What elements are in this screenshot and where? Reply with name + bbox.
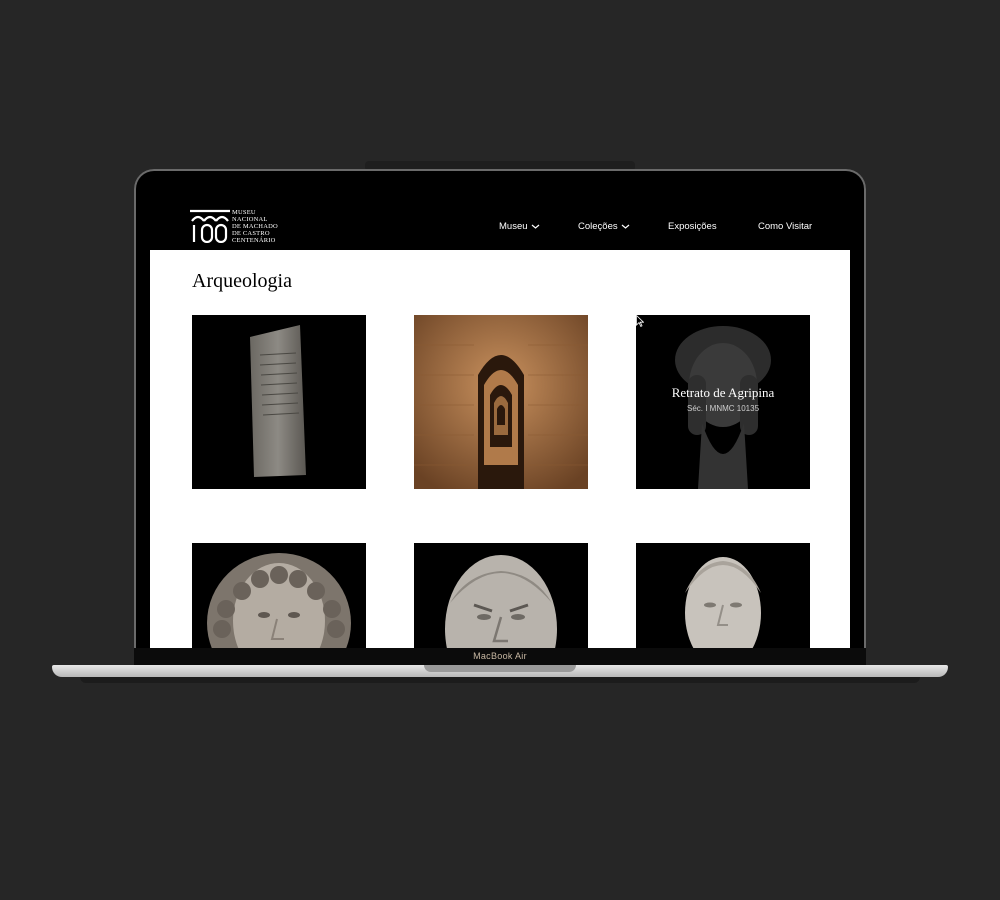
gallery-item-male-bust[interactable] — [414, 543, 588, 648]
gallery-item-female-bust[interactable] — [192, 543, 366, 648]
male-bust-image — [445, 555, 557, 648]
nav-exposicoes-label: Exposições — [668, 221, 717, 232]
cryptoporticus-image — [414, 315, 588, 489]
gallery-item-young-male-bust[interactable] — [636, 543, 810, 648]
agripina-image — [675, 326, 771, 489]
nav-museu-label: Museu — [499, 221, 528, 232]
young-male-bust-image — [685, 557, 761, 648]
logo-line: NACIONAL — [232, 216, 268, 223]
gallery-item-cryptoporticus[interactable] — [414, 315, 588, 489]
stele-image — [250, 325, 306, 477]
page-title: Arqueologia — [192, 270, 292, 292]
hover-item-subtitle: Séc. I MNMC 10135 — [686, 404, 760, 413]
nav-museu[interactable]: Museu — [499, 221, 540, 232]
nav-colecoes-label: Coleções — [578, 221, 618, 232]
laptop-notch — [424, 665, 576, 672]
gallery-item-agripina[interactable]: Retrato de Agripina Séc. I MNMC 10135 — [636, 315, 810, 489]
museum-logo-text: MUSEU NACIONAL DE MACHADO DE CASTRO CENT… — [232, 209, 278, 244]
laptop-foot — [80, 677, 920, 683]
chevron-down-icon — [621, 224, 629, 229]
logo-line: CENTENÁRIO — [232, 237, 276, 244]
nav-colecoes[interactable]: Coleções — [578, 221, 630, 232]
logo-line: MUSEU — [232, 209, 256, 216]
chevron-down-icon — [531, 224, 539, 229]
site-header: MUSEU NACIONAL DE MACHADO DE CASTRO CENT… — [150, 185, 850, 250]
logo-line: DE CASTRO — [232, 230, 270, 237]
gallery-item-stele[interactable] — [192, 315, 366, 489]
nav-exposicoes[interactable]: Exposições — [668, 221, 717, 232]
logo-line: DE MACHADO — [232, 223, 278, 230]
museum-logo-icon[interactable] — [190, 209, 230, 243]
device-label: MacBook Air — [473, 651, 527, 661]
mouse-cursor-icon — [636, 315, 644, 327]
nav-como-visitar[interactable]: Como Visitar — [758, 221, 812, 232]
female-bust-image — [207, 553, 351, 648]
hover-item-title: Retrato de Agripina — [671, 385, 775, 400]
browser-screen: MUSEU NACIONAL DE MACHADO DE CASTRO CENT… — [150, 185, 850, 648]
nav-como-visitar-label: Como Visitar — [758, 221, 813, 232]
